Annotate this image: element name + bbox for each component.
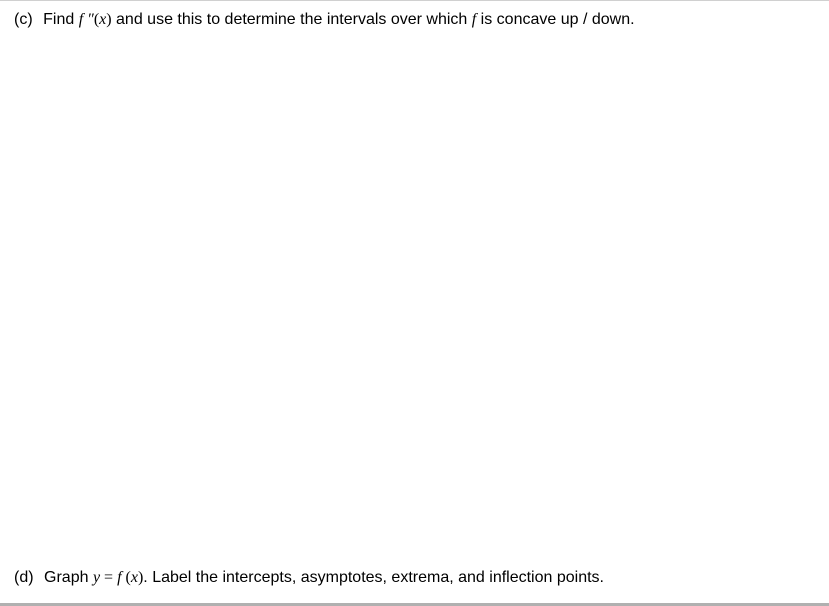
question-d-pretext: Graph <box>44 569 93 586</box>
question-c-posttext: is concave up / down. <box>476 11 634 28</box>
question-c-math: f ″(x) <box>79 11 112 28</box>
question-c: (c) Find f ″(x) and use this to determin… <box>14 9 815 31</box>
question-d: (d) Graph y = f (x). Label the intercept… <box>14 567 815 589</box>
question-d-text: Graph y = f (x). Label the intercepts, a… <box>44 569 604 586</box>
question-c-label: (c) <box>14 11 33 28</box>
question-d-label: (d) <box>14 569 34 586</box>
question-d-math: y = f (x) <box>93 569 143 586</box>
question-c-pretext: Find <box>43 11 79 28</box>
question-c-midtext: and use this to determine the intervals … <box>112 11 472 28</box>
question-d-posttext: . Label the intercepts, asymptotes, extr… <box>143 569 604 586</box>
question-c-text: Find f ″(x) and use this to determine th… <box>43 11 634 28</box>
